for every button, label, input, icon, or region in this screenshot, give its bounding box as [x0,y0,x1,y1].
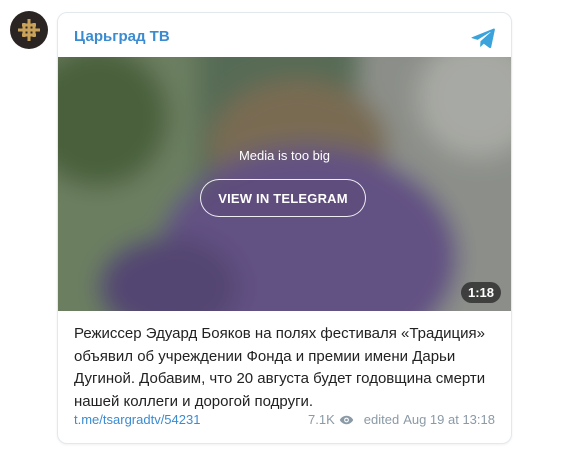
eye-icon [339,415,353,424]
post-card: Царьград ТВ Media is too big VIEW IN TEL… [57,12,512,444]
cross-emblem-icon [18,19,40,41]
post-footer: t.me/tsargradtv/54231 7.1K edited Aug 19… [74,412,495,427]
media-too-big-notice: Media is too big [238,148,331,163]
channel-name-link[interactable]: Царьград ТВ [74,28,170,45]
views-counter: 7.1K [308,412,354,427]
channel-avatar[interactable] [10,11,48,49]
post-timestamp[interactable]: Aug 19 at 13:18 [403,412,495,427]
edited-label: edited [363,412,400,427]
post-permalink[interactable]: t.me/tsargradtv/54231 [74,412,200,427]
views-count: 7.1K [308,412,335,427]
post-text: Режиссер Эдуард Бояков на полях фестивал… [74,325,486,410]
video-preview[interactable]: Media is too big VIEW IN TELEGRAM 1:18 [58,57,511,311]
view-in-telegram-button[interactable]: VIEW IN TELEGRAM [200,179,366,217]
video-duration-badge: 1:18 [460,282,501,303]
telegram-icon[interactable] [469,24,497,52]
